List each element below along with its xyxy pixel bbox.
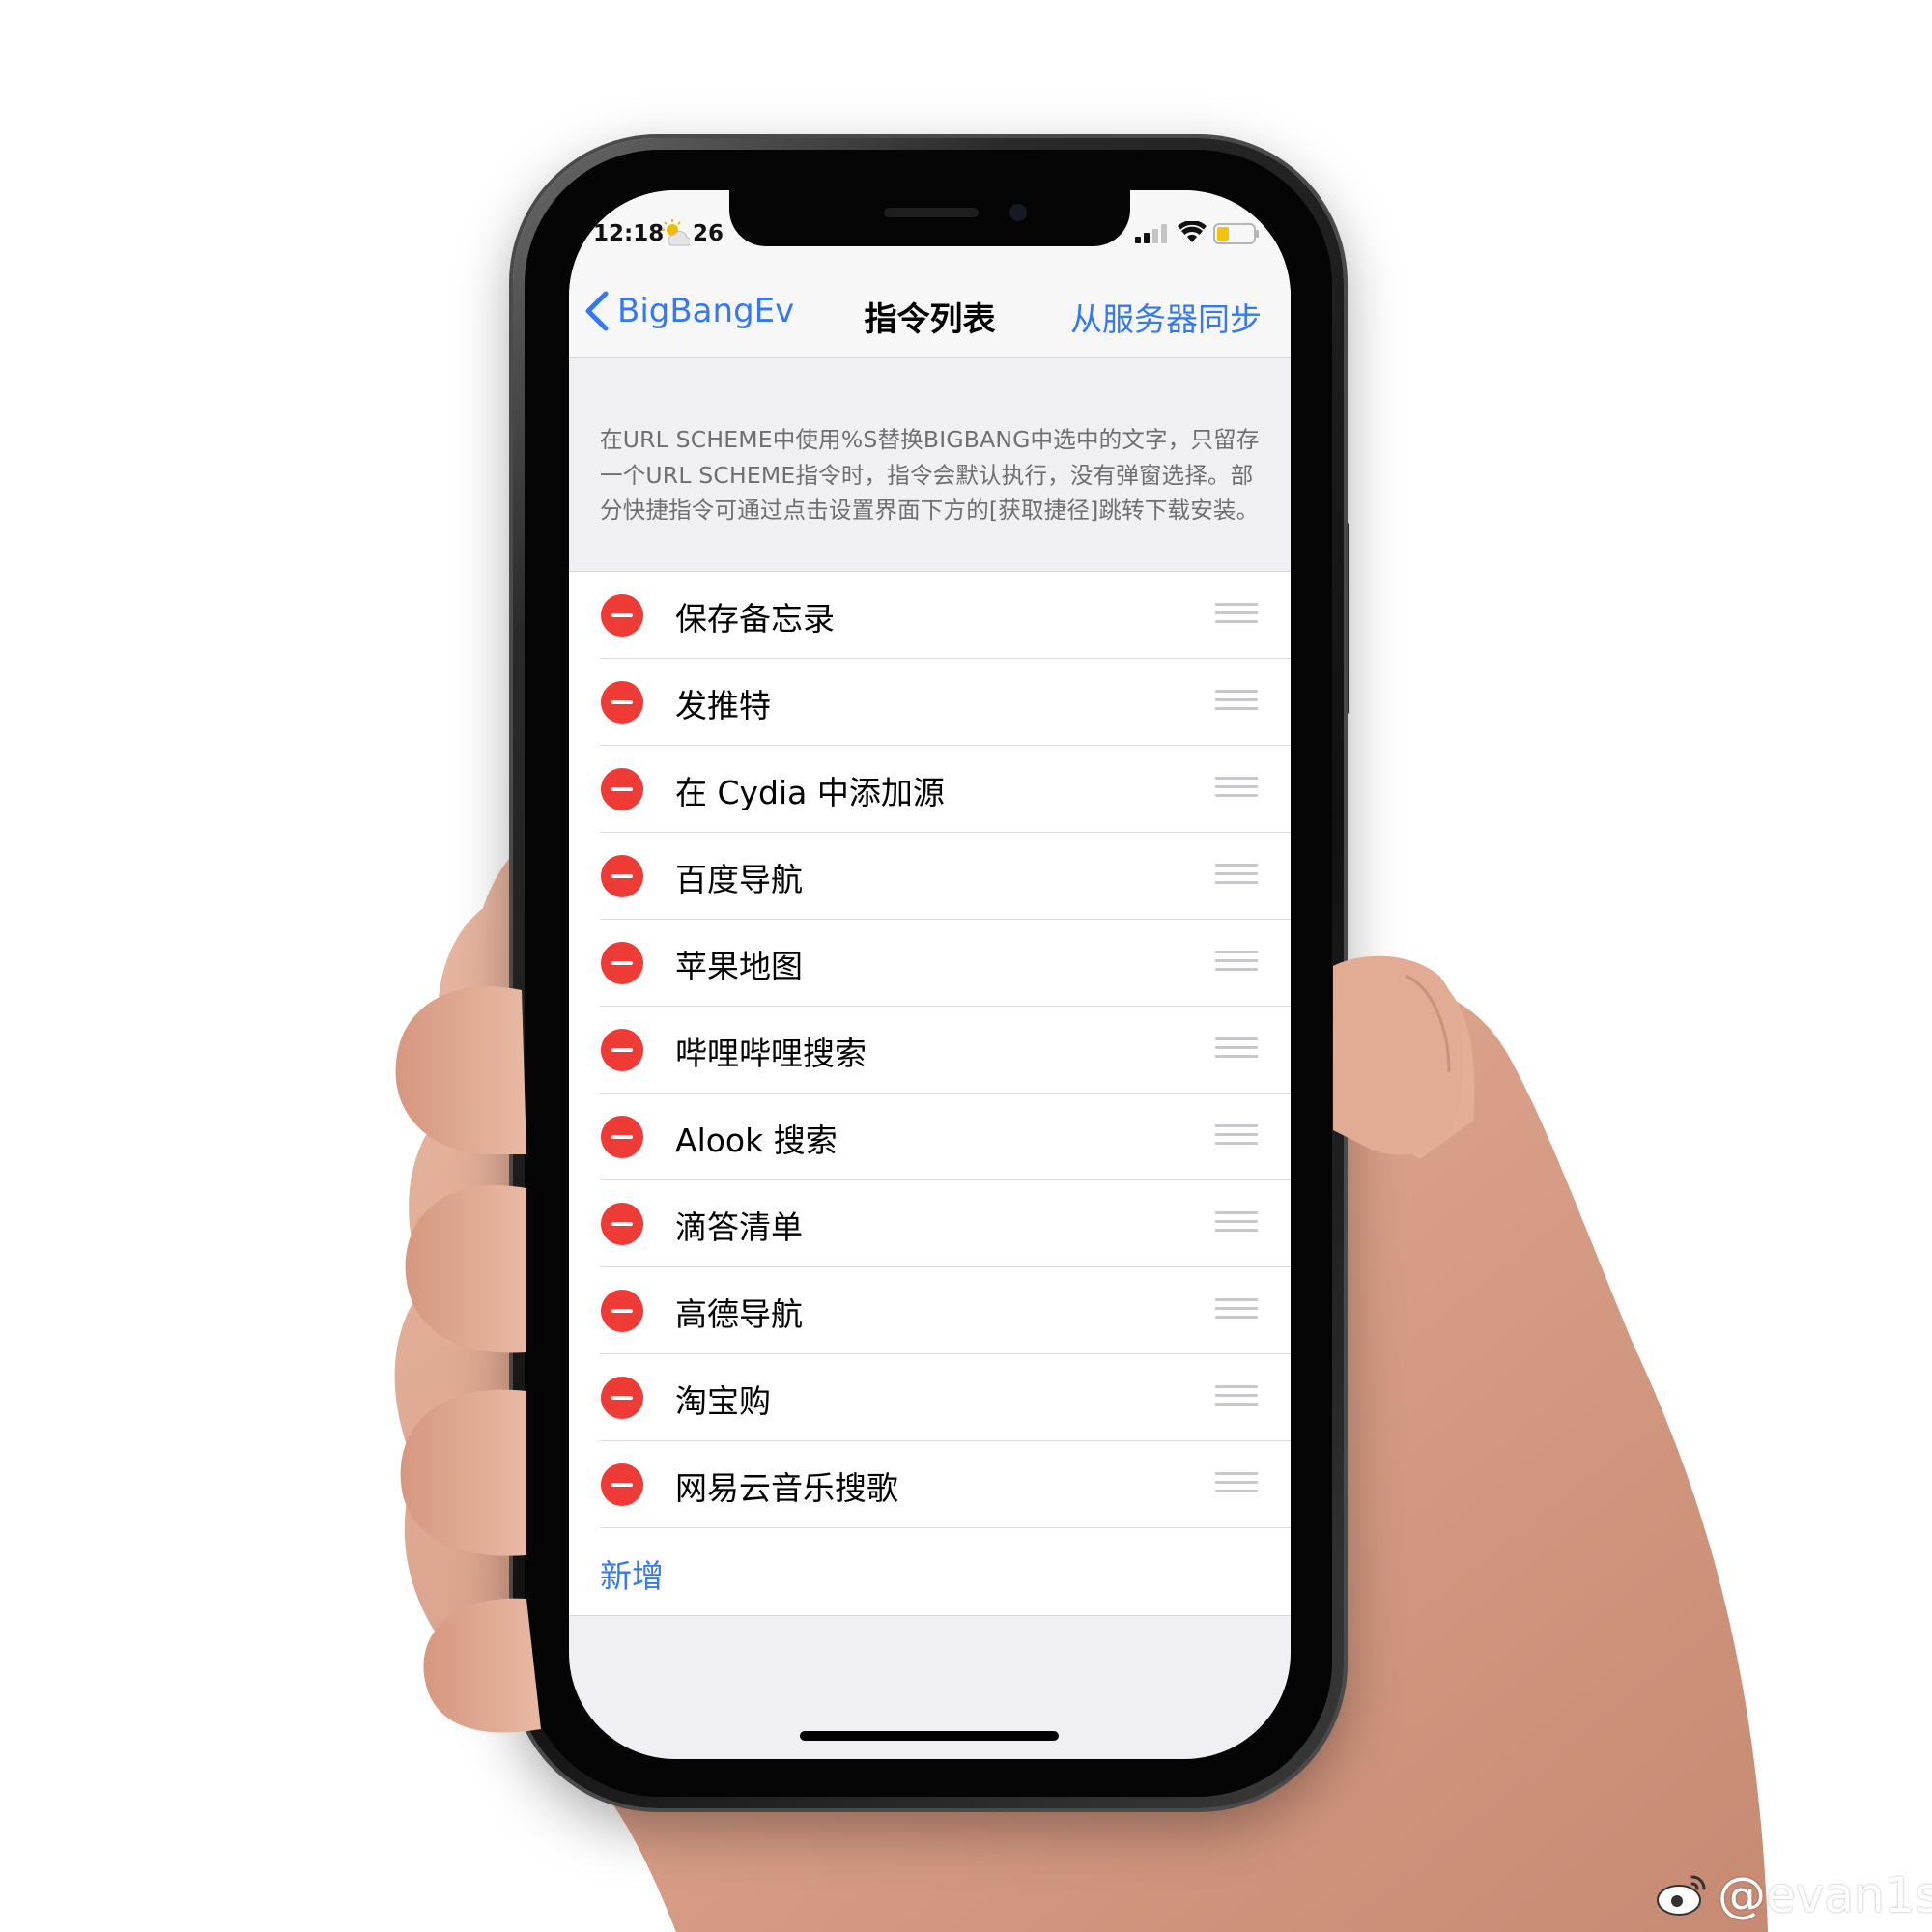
- command-list: 保存备忘录发推特在 Cydia 中添加源 百度导航苹果地图哔哩哔哩搜索 Alook …: [569, 571, 1291, 1616]
- list-item[interactable]: 高德导航: [569, 1267, 1291, 1354]
- delete-button[interactable]: [601, 942, 643, 984]
- command-label: 哔哩哔哩搜索: [675, 1035, 867, 1072]
- front-camera: [1009, 204, 1027, 221]
- status-temperature: 26: [693, 221, 724, 246]
- reorder-handle-icon[interactable]: [1215, 1472, 1258, 1497]
- home-indicator[interactable]: [800, 1731, 1059, 1741]
- weibo-logo-icon: [1657, 1875, 1706, 1916]
- cellular-signal-icon: [1135, 224, 1167, 243]
- command-label: 发推特: [675, 687, 771, 724]
- list-item[interactable]: 淘宝购: [569, 1354, 1291, 1441]
- command-label: 网易云音乐搜歌: [675, 1469, 898, 1507]
- phone-screen: 12:18 26 BigBangEv 指令列表 从服务器同步 在URL SCHE…: [569, 190, 1291, 1759]
- notch: [729, 190, 1130, 246]
- add-row[interactable]: 新增: [569, 1528, 1291, 1615]
- list-item[interactable]: 哔哩哔哩搜索: [569, 1007, 1291, 1094]
- partly-sunny-icon: [662, 219, 690, 246]
- list-item[interactable]: 发推特: [569, 659, 1291, 746]
- list-item[interactable]: 网易云音乐搜歌: [569, 1441, 1291, 1528]
- delete-button[interactable]: [601, 1463, 643, 1506]
- speaker-grille: [884, 208, 979, 217]
- list-item[interactable]: 百度导航: [569, 833, 1291, 920]
- list-item[interactable]: 保存备忘录: [569, 572, 1291, 659]
- sync-from-server-button[interactable]: 从服务器同步: [1070, 294, 1262, 340]
- delete-button[interactable]: [601, 1377, 643, 1419]
- status-time: 12:18: [593, 221, 665, 246]
- watermark: @evan1s: [1654, 1864, 1932, 1926]
- command-label: 保存备忘录: [675, 600, 835, 638]
- command-label: 苹果地图: [675, 948, 803, 985]
- reorder-handle-icon[interactable]: [1215, 1211, 1258, 1236]
- list-item[interactable]: 在 Cydia 中添加源: [569, 746, 1291, 833]
- list-item[interactable]: 苹果地图: [569, 920, 1291, 1007]
- command-label: 高德导航: [675, 1295, 803, 1333]
- command-label: 滴答清单: [675, 1208, 803, 1246]
- command-label: 百度导航: [675, 861, 803, 898]
- reorder-handle-icon[interactable]: [1215, 777, 1258, 802]
- delete-button[interactable]: [601, 1029, 643, 1071]
- add-command-button[interactable]: 新增: [600, 1550, 664, 1597]
- command-label: 在 Cydia 中添加源: [675, 774, 945, 811]
- reorder-handle-icon[interactable]: [1215, 1385, 1258, 1410]
- command-label: Alook 搜索: [675, 1122, 838, 1159]
- reorder-handle-icon[interactable]: [1215, 951, 1258, 976]
- wifi-icon: [1178, 221, 1207, 242]
- watermark-text: @evan1s: [1718, 1867, 1932, 1923]
- delete-button[interactable]: [601, 768, 643, 810]
- reorder-handle-icon[interactable]: [1215, 690, 1258, 715]
- list-item[interactable]: Alook 搜索: [569, 1094, 1291, 1180]
- list-item[interactable]: 滴答清单: [569, 1180, 1291, 1267]
- reorder-handle-icon[interactable]: [1215, 864, 1258, 889]
- reorder-handle-icon[interactable]: [1215, 1124, 1258, 1150]
- battery-icon: [1213, 223, 1259, 244]
- delete-button[interactable]: [601, 1116, 643, 1158]
- reorder-handle-icon[interactable]: [1215, 603, 1258, 628]
- command-label: 淘宝购: [675, 1382, 771, 1420]
- reorder-handle-icon[interactable]: [1215, 1037, 1258, 1063]
- reorder-handle-icon[interactable]: [1215, 1298, 1258, 1323]
- delete-button[interactable]: [601, 1290, 643, 1332]
- section-description: 在URL SCHEME中使用%S替换BIGBANG中选中的文字，只留存一个URL…: [600, 426, 1260, 524]
- delete-button[interactable]: [601, 1203, 643, 1245]
- delete-button[interactable]: [601, 855, 643, 897]
- navigation-bar: BigBangEv 指令列表 从服务器同步: [569, 268, 1291, 358]
- delete-button[interactable]: [601, 681, 643, 724]
- delete-button[interactable]: [601, 594, 643, 637]
